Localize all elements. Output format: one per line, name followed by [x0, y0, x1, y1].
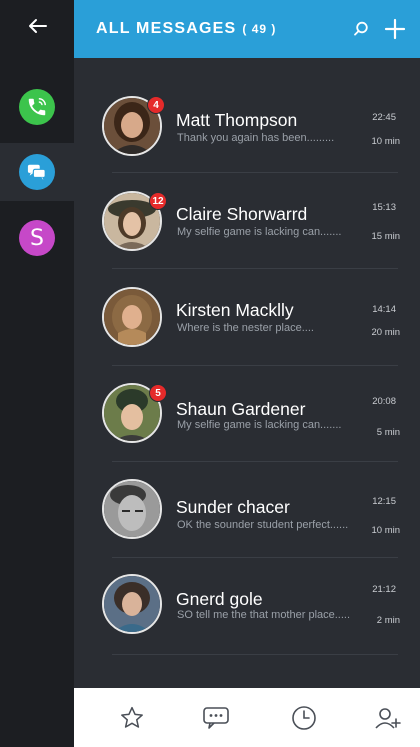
message-row[interactable]: 4 Matt Thompson Thank you again has been… [74, 80, 420, 176]
clock-icon[interactable] [290, 704, 318, 732]
message-duration: 10 min [371, 136, 400, 147]
message-row[interactable]: 5 Shaun Gardener My selfie game is lacki… [74, 369, 420, 465]
chat-icon[interactable] [202, 704, 230, 732]
message-time: 22:45 [372, 112, 396, 123]
divider [112, 461, 398, 462]
chat-bubbles-icon [19, 154, 55, 190]
bottom-tab-bar [74, 688, 420, 747]
star-icon[interactable] [118, 704, 146, 732]
unread-badge: 4 [147, 96, 165, 114]
divider [112, 654, 398, 655]
message-count: ( 49 ) [242, 22, 277, 36]
message-preview: SO tell me the that mother place..... [177, 609, 351, 621]
message-preview: My selfie game is lacking can....... [177, 226, 342, 238]
message-preview: My selfie game is lacking can....... [177, 419, 342, 431]
message-duration: 2 min [376, 615, 400, 626]
header-bar: ALL MESSAGES ( 49 ) [74, 0, 420, 58]
divider [112, 172, 398, 173]
rail-skype-button[interactable]: S [0, 209, 74, 267]
back-arrow-icon[interactable] [24, 14, 52, 38]
message-preview: OK the sounder student perfect...... [177, 519, 349, 531]
divider [112, 268, 398, 269]
message-time: 15:13 [372, 202, 396, 213]
side-rail: S [0, 0, 74, 747]
message-time: 21:12 [372, 584, 396, 595]
divider [112, 365, 398, 366]
unread-badge: 5 [149, 384, 167, 402]
message-row[interactable]: Kirsten Macklly Where is the nester plac… [74, 272, 420, 368]
unread-badge: 12 [149, 192, 167, 210]
contact-name: Gnerd gole [176, 589, 263, 609]
page-title: ALL MESSAGES ( 49 ) [96, 20, 276, 38]
rail-phone-button[interactable] [0, 78, 74, 136]
rail-chat-button[interactable] [0, 143, 74, 201]
add-icon[interactable] [384, 18, 406, 40]
search-icon[interactable] [352, 20, 370, 38]
avatar [102, 574, 162, 634]
avatar [102, 479, 162, 539]
add-contact-icon[interactable] [374, 704, 402, 732]
message-time: 20:08 [372, 396, 396, 407]
message-time: 12:15 [372, 496, 396, 507]
message-duration: 20 min [371, 327, 400, 338]
contact-name: Sunder chacer [176, 497, 290, 517]
message-list: 4 Matt Thompson Thank you again has been… [74, 58, 420, 688]
message-row[interactable]: 12 Claire Shorwarrd My selfie game is la… [74, 176, 420, 272]
message-time: 14:14 [372, 304, 396, 315]
message-row[interactable]: Sunder chacer OK the sounder student per… [74, 465, 420, 561]
skype-icon: S [19, 220, 55, 256]
message-duration: 15 min [371, 231, 400, 242]
message-row[interactable]: Gnerd gole SO tell me the that mother pl… [74, 561, 420, 657]
contact-name: Shaun Gardener [176, 399, 306, 419]
avatar [102, 287, 162, 347]
contact-name: Matt Thompson [176, 110, 298, 130]
divider [112, 557, 398, 558]
message-preview: Thank you again has been......... [177, 132, 335, 144]
contact-name: Claire Shorwarrd [176, 204, 308, 224]
title-text: ALL MESSAGES [96, 20, 237, 37]
message-preview: Where is the nester place.... [177, 322, 314, 334]
contact-name: Kirsten Macklly [176, 300, 294, 320]
message-duration: 10 min [371, 525, 400, 536]
phone-icon [19, 89, 55, 125]
message-duration: 5 min [376, 427, 400, 438]
